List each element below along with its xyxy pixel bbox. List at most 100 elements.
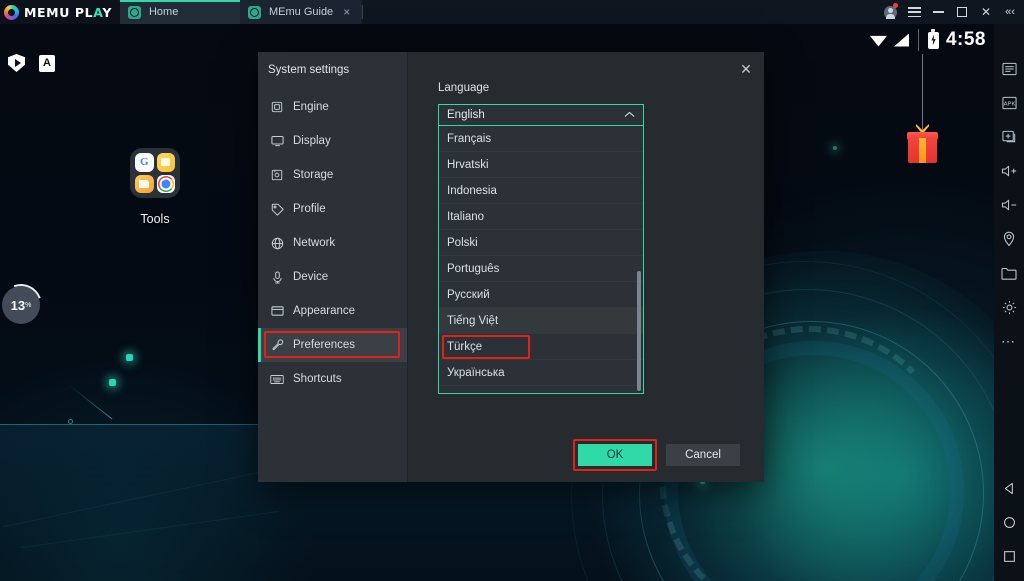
multi-window-icon[interactable] [994,122,1024,152]
sidebar-item-profile[interactable]: Profile [258,192,407,226]
wallpaper-streak [67,384,113,420]
android-status-bar: 4:58 [869,24,994,56]
language-option-list[interactable]: Français Hrvatski Indonesia Italiano Pol… [438,126,644,394]
sidebar-item-label: Engine [293,101,329,113]
shared-folder-icon[interactable] [994,258,1024,288]
collapse-sidebar-button[interactable]: «‹ [998,0,1022,24]
notification-dot [893,3,898,8]
display-icon [270,134,284,148]
brand-main: MEMU PL [24,4,94,20]
menu-button[interactable] [902,0,926,24]
nav-home-icon[interactable] [994,505,1024,539]
wallpaper-node [126,354,133,361]
apk-install-icon[interactable]: APK [994,88,1024,118]
sidebar-item-label: Preferences [293,339,356,351]
folder-tools[interactable]: G [130,148,180,198]
close-button[interactable]: ✕ [974,0,998,24]
language-field-label: Language [438,82,490,94]
tab-label: Home [148,6,179,18]
sidebar-item-storage[interactable]: Storage [258,158,407,192]
tab-close-icon[interactable]: × [341,6,352,18]
gift-string [922,54,923,136]
signal-icon [893,33,909,47]
language-select-trigger[interactable]: English [438,104,644,126]
tab-home[interactable]: Home [119,0,240,24]
language-option[interactable]: Indonesia [439,178,643,204]
wallpaper-small-circle [68,419,73,424]
gauge-arc [0,277,49,333]
sidebar-item-appearance[interactable]: Appearance [258,294,407,328]
nav-recents-icon[interactable] [994,539,1024,573]
minimize-button[interactable] [926,0,950,24]
title-bar: MEMU PLAY Home MEmu Guide × ✕ «‹ [0,0,1024,24]
chevron-up-icon [624,109,635,121]
nav-back-icon[interactable] [994,471,1024,505]
wifi-icon [869,35,887,47]
maximize-icon [957,7,967,17]
ok-button[interactable]: OK [578,444,652,466]
sidebar-item-label: Display [293,135,331,147]
wallpaper-node [109,379,116,386]
app-icon [127,5,141,19]
language-option[interactable]: Português [439,256,643,282]
minimize-icon [932,11,944,13]
sidebar-item-device[interactable]: Device [258,260,407,294]
memu-player-window: MEMU PLAY Home MEmu Guide × ✕ «‹ A 13 % … [0,0,1024,581]
maximize-button[interactable] [950,0,974,24]
sidebar-item-network[interactable]: Network [258,226,407,260]
tab-divider [362,5,364,19]
language-option[interactable]: Polski [439,230,643,256]
tab-memu-guide[interactable]: MEmu Guide × [239,0,363,24]
cancel-button[interactable]: Cancel [666,444,740,466]
tab-label: MEmu Guide [268,6,334,18]
sidebar-item-preferences[interactable]: Preferences [258,328,407,362]
language-option-tieng-viet[interactable]: Tiếng Việt [439,308,643,334]
screen-record-icon[interactable] [8,54,25,72]
volume-down-icon[interactable] [994,190,1024,220]
collapse-icon: «‹ [1005,6,1015,18]
sidebar-item-engine[interactable]: Engine [258,90,407,124]
wallpaper-node [833,146,837,150]
chrome-app-icon [156,174,175,193]
language-option[interactable]: Hrvatski [439,152,643,178]
storage-icon [270,168,284,182]
close-icon: ✕ [980,5,992,19]
svg-text:APK: APK [1003,101,1015,107]
folder-tools-label: Tools [140,212,170,226]
clock-time: 4:58 [945,29,986,50]
notes-app-icon [156,153,175,172]
memu-logo-icon [4,4,19,20]
system-settings-dialog: ✕ System settings Engine Display Storage… [258,52,764,482]
language-selected-value: English [447,109,485,121]
profile-tag-icon [270,202,284,216]
volume-up-icon[interactable] [994,156,1024,186]
translate-icon[interactable]: A [39,54,55,72]
sidebar-item-label: Device [293,271,329,283]
dialog-title: System settings [268,64,350,76]
language-option[interactable]: Italiano [439,204,643,230]
ok-button-holder: OK [573,439,657,471]
language-option[interactable]: Русский [439,282,643,308]
dialog-actions: OK Cancel [573,439,740,471]
language-option[interactable]: Türkçe [439,334,643,360]
language-option[interactable]: Français [439,126,643,152]
battery-charging-icon [927,29,939,49]
sidebar-item-display[interactable]: Display [258,124,407,158]
account-button[interactable] [878,0,902,24]
language-option[interactable]: Українська [439,360,643,386]
sidebar-item-shortcuts[interactable]: Shortcuts [258,362,407,396]
dialog-content: Language English Français Hrvatski Indon… [408,52,764,482]
scrollbar-thumb[interactable] [637,271,641,391]
more-options-icon[interactable]: ⋯ [994,326,1024,356]
option-list-scrollbar[interactable] [637,126,641,393]
brand-title: MEMU PLAY [24,5,112,20]
floating-tools: A [8,54,55,72]
brand-end: Y [102,4,112,20]
tab-strip: Home MEmu Guide × [119,0,364,24]
expand-fullscreen-icon[interactable] [994,54,1024,84]
location-icon[interactable] [994,224,1024,254]
shortcuts-keyboard-icon [270,372,284,386]
settings-gear-icon[interactable] [994,292,1024,322]
preferences-wrench-icon [270,338,284,352]
hamburger-menu-icon [907,7,921,18]
